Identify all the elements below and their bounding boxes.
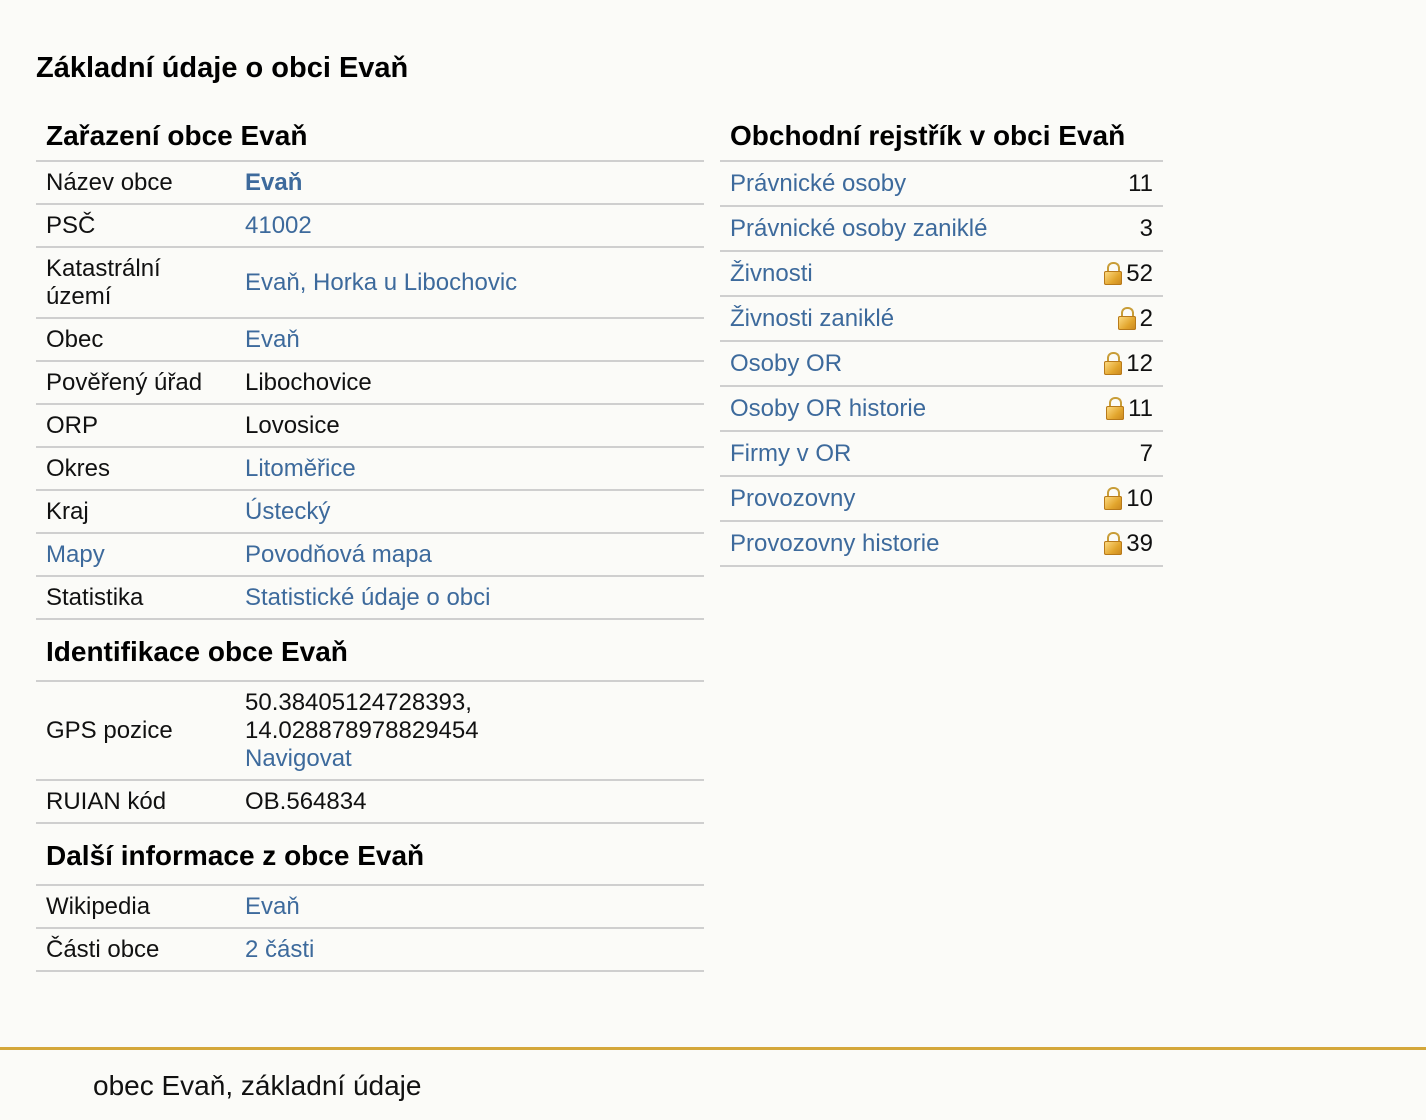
wikipedia-link[interactable]: Evaň xyxy=(245,893,300,920)
section-heading-identifikace: Identifikace obce Evaň xyxy=(36,620,704,682)
row-label: Pověřený úřad xyxy=(36,361,235,405)
table-row: Kraj Ústecký xyxy=(36,490,704,534)
ruian-code-value: OB.564834 xyxy=(235,780,704,824)
section-heading-rejstrik: Obchodní rejstřík v obci Evaň xyxy=(720,112,1163,162)
table-row: Osoby OR 12 xyxy=(720,341,1163,387)
business-register-column: Obchodní rejstřík v obci Evaň Právnické … xyxy=(720,112,1163,567)
register-link[interactable]: Provozovny xyxy=(730,485,855,512)
table-row: RUIAN kód OB.564834 xyxy=(36,780,704,824)
register-count: 11 xyxy=(1128,169,1153,197)
register-link[interactable]: Právnické osoby xyxy=(730,170,906,197)
gps-latitude: 50.38405124728393, xyxy=(245,688,472,716)
register-count: 10 xyxy=(1126,484,1153,512)
cadastral-link-horka[interactable]: Horka u Libochovic xyxy=(313,269,517,296)
register-link[interactable]: Právnické osoby zaniklé xyxy=(730,215,987,242)
table-row: Pověřený úřad Libochovice xyxy=(36,361,704,405)
table-row: GPS pozice 50.38405124728393, 14.0288789… xyxy=(36,682,704,781)
region-link[interactable]: Ústecký xyxy=(245,498,330,525)
postal-code-link[interactable]: 41002 xyxy=(245,212,312,239)
row-label: PSČ xyxy=(36,204,235,248)
table-row: Okres Litoměřice xyxy=(36,447,704,491)
table-row: Právnické osoby zaniklé 3 xyxy=(720,206,1163,252)
row-label: GPS pozice xyxy=(36,682,235,781)
register-link[interactable]: Osoby OR historie xyxy=(730,395,926,422)
section-heading-zarazeni: Zařazení obce Evaň xyxy=(36,112,704,162)
lock-icon xyxy=(1104,486,1123,510)
zarazeni-table: Název obce Evaň PSČ 41002 Katastrální úz… xyxy=(36,162,704,620)
register-count: 12 xyxy=(1126,349,1153,377)
row-label: Název obce xyxy=(36,162,235,205)
footer-caption: obec Evaň, základní údaje xyxy=(93,1070,422,1101)
table-row: Živnosti 52 xyxy=(720,251,1163,297)
table-row: ORP Lovosice xyxy=(36,404,704,448)
cadastral-link-evan[interactable]: Evaň xyxy=(245,269,300,296)
register-link[interactable]: Živnosti xyxy=(730,260,813,287)
table-row: Název obce Evaň xyxy=(36,162,704,205)
table-row: Živnosti zaniklé 2 xyxy=(720,296,1163,342)
table-row: Provozovny 10 xyxy=(720,476,1163,522)
lock-icon xyxy=(1106,396,1125,420)
municipality-name-link[interactable]: Evaň xyxy=(245,169,302,196)
row-label: Kraj xyxy=(36,490,235,534)
dalsi-table: Wikipedia Evaň Části obce 2 části xyxy=(36,886,704,972)
table-row: Mapy Povodňová mapa xyxy=(36,533,704,577)
table-row: Právnické osoby 11 xyxy=(720,162,1163,207)
register-count: 11 xyxy=(1128,394,1153,422)
page-title: Základní údaje o obci Evaň xyxy=(36,52,409,84)
table-row: Wikipedia Evaň xyxy=(36,886,704,929)
orp-value: Lovosice xyxy=(235,404,704,448)
municipality-link[interactable]: Evaň xyxy=(245,326,300,353)
maps-link[interactable]: Mapy xyxy=(46,541,105,568)
row-label: Statistika xyxy=(36,576,235,620)
table-row: Osoby OR historie 11 xyxy=(720,386,1163,432)
register-link[interactable]: Provozovny historie xyxy=(730,530,939,557)
register-link[interactable]: Firmy v OR xyxy=(730,440,851,467)
table-row: Firmy v OR 7 xyxy=(720,431,1163,477)
row-label: Části obce xyxy=(36,928,235,972)
table-row: PSČ 41002 xyxy=(36,204,704,248)
lock-icon xyxy=(1104,351,1123,375)
authorized-office-value: Libochovice xyxy=(235,361,704,405)
table-row: Provozovny historie 39 xyxy=(720,521,1163,567)
cadastral-separator: , xyxy=(299,268,314,296)
lock-icon xyxy=(1117,306,1136,330)
business-register-table: Právnické osoby 11 Právnické osoby zaniklé… xyxy=(720,162,1163,567)
register-link[interactable]: Osoby OR xyxy=(730,350,842,377)
gps-longitude: 14.028878978829454 xyxy=(245,716,479,744)
row-label: Wikipedia xyxy=(36,886,235,929)
register-count: 52 xyxy=(1126,259,1153,287)
lock-icon xyxy=(1104,261,1123,285)
table-row: Části obce 2 části xyxy=(36,928,704,972)
identifikace-table: GPS pozice 50.38405124728393, 14.0288789… xyxy=(36,682,704,824)
row-label: Obec xyxy=(36,318,235,362)
municipality-parts-link[interactable]: 2 části xyxy=(245,936,314,963)
row-label: ORP xyxy=(36,404,235,448)
navigate-link[interactable]: Navigovat xyxy=(245,745,352,772)
table-row: Statistika Statistické údaje o obci xyxy=(36,576,704,620)
register-count: 2 xyxy=(1139,304,1153,332)
row-label: Katastrální území xyxy=(36,247,235,319)
lock-icon xyxy=(1104,531,1123,555)
district-link[interactable]: Litoměřice xyxy=(245,455,356,482)
table-row: Katastrální území Evaň, Horka u Libochov… xyxy=(36,247,704,319)
register-count: 3 xyxy=(1139,214,1153,242)
section-heading-dalsi: Další informace z obce Evaň xyxy=(36,824,704,886)
row-label: Okres xyxy=(36,447,235,491)
register-count: 39 xyxy=(1126,529,1153,557)
table-row: Obec Evaň xyxy=(36,318,704,362)
register-count: 7 xyxy=(1139,439,1153,467)
register-link[interactable]: Živnosti zaniklé xyxy=(730,305,894,332)
statistics-link[interactable]: Statistické údaje o obci xyxy=(245,584,490,611)
footer-divider xyxy=(0,1047,1426,1050)
row-label: RUIAN kód xyxy=(36,780,235,824)
municipality-info-column: Zařazení obce Evaň Název obce Evaň PSČ 4… xyxy=(36,112,704,972)
flood-map-link[interactable]: Povodňová mapa xyxy=(245,541,432,568)
